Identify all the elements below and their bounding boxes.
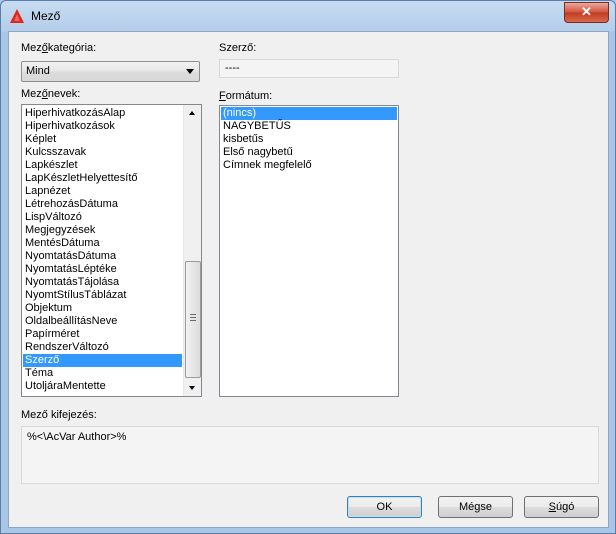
fieldname-item[interactable]: Hiperhivatkozások	[23, 120, 182, 133]
format-item[interactable]: Első nagybetű	[221, 146, 397, 159]
fieldnames-list[interactable]: HiperhivatkozásAlap Hiperhivatkozások Képl…	[21, 104, 202, 397]
help-button[interactable]: Súgó	[524, 496, 599, 518]
scroll-up-icon[interactable]	[189, 111, 195, 115]
author-value: ----	[225, 62, 240, 74]
close-button[interactable]: ✕	[564, 2, 609, 23]
expression-value: %<\AcVar Author>%	[27, 431, 127, 443]
format-list[interactable]: (nincs) NAGYBETŰS kisbetűs Első nagybetű Cím…	[219, 105, 399, 397]
format-item[interactable]: kisbetűs	[221, 133, 397, 146]
fieldname-item[interactable]: LispVáltozó	[23, 211, 182, 224]
fieldname-item[interactable]: UtoljáraMentette	[23, 380, 182, 393]
cancel-button[interactable]: Mégse	[438, 496, 513, 518]
fieldname-item[interactable]: Papírméret	[23, 328, 182, 341]
fieldname-item[interactable]: LapKészletHelyettesítő	[23, 172, 182, 185]
expression-label: Mező kifejezés:	[21, 409, 97, 421]
chevron-down-icon	[186, 69, 194, 74]
fieldname-item[interactable]: Lapkészlet	[23, 159, 182, 172]
fieldname-item[interactable]: NyomtatásLéptéke	[23, 263, 182, 276]
fieldname-item[interactable]: Téma	[23, 367, 182, 380]
fieldname-item[interactable]: HiperhivatkozásAlap	[23, 107, 182, 120]
fieldname-item[interactable]: RendszerVáltozó	[23, 341, 182, 354]
fieldname-item[interactable]: LétrehozásDátuma	[23, 198, 182, 211]
fieldnames-label: Mezőnevek:	[21, 88, 81, 100]
category-value: Mind	[26, 65, 50, 77]
category-label: Mezőkategória:	[21, 42, 97, 54]
format-item[interactable]: Címnek megfelelő	[221, 159, 397, 172]
fieldname-item[interactable]: Lapnézet	[23, 185, 182, 198]
fieldname-item[interactable]: Objektum	[23, 302, 182, 315]
fieldname-item[interactable]: Képlet	[23, 133, 182, 146]
fieldname-item[interactable]: OldalbeállításNeve	[23, 315, 182, 328]
author-label: Szerző:	[219, 42, 257, 54]
category-dropdown[interactable]: Mind	[21, 61, 200, 82]
scroll-down-icon[interactable]	[189, 386, 195, 390]
fieldname-item[interactable]: NyomtStílusTáblázat	[23, 289, 182, 302]
window-title: Mező	[31, 9, 61, 23]
fieldnames-scrollbar[interactable]	[183, 105, 201, 396]
title-bar[interactable]: Mező ✕	[1, 1, 615, 31]
expression-box[interactable]: %<\AcVar Author>%	[21, 426, 599, 484]
ok-button[interactable]: OK	[347, 496, 422, 518]
fieldname-item[interactable]: NyomtatásDátuma	[23, 250, 182, 263]
fieldname-item[interactable]: NyomtatásTájolása	[23, 276, 182, 289]
fieldname-item[interactable]: Szerző	[23, 354, 182, 367]
fieldname-item[interactable]: Kulcsszavak	[23, 146, 182, 159]
scroll-thumb[interactable]	[185, 261, 201, 378]
dialog-window: Mező ✕ Mezőkategória: Mind Szerző: ---- …	[0, 0, 616, 534]
fieldname-item[interactable]: Megjegyzések	[23, 224, 182, 237]
close-icon: ✕	[581, 4, 592, 19]
dialog-body: Mezőkategória: Mind Szerző: ---- Mezőnev…	[8, 31, 609, 528]
autocad-logo-icon	[10, 9, 24, 23]
format-item[interactable]: NAGYBETŰS	[221, 120, 397, 133]
author-value-box: ----	[219, 59, 399, 78]
fieldname-item[interactable]: MentésDátuma	[23, 237, 182, 250]
format-item[interactable]: (nincs)	[221, 107, 397, 120]
format-label: Formátum:	[219, 90, 273, 102]
